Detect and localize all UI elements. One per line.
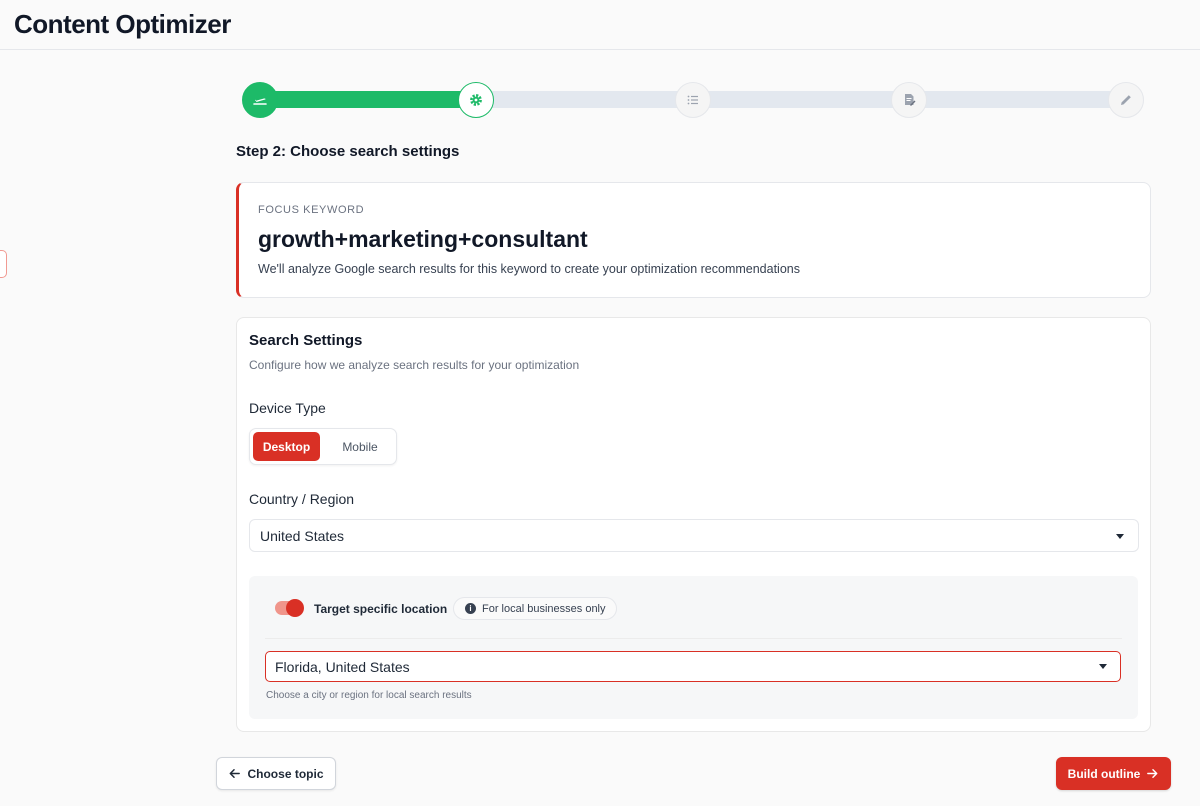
step-2-search-settings[interactable] — [458, 82, 494, 118]
build-outline-label: Build outline — [1067, 766, 1141, 781]
toggle-knob — [286, 599, 304, 617]
local-business-badge-text: For local businesses only — [482, 602, 606, 615]
search-settings-title: Search Settings — [249, 332, 363, 349]
search-settings-card: Search Settings Configure how we analyze… — [236, 317, 1151, 732]
chevron-down-icon — [1099, 664, 1107, 669]
info-icon: i — [465, 603, 476, 614]
focus-keyword-description: We'll analyze Google search results for … — [258, 262, 800, 276]
step-1-choose-topic[interactable] — [242, 82, 278, 118]
device-desktop-button[interactable]: Desktop — [253, 432, 320, 461]
target-location-label: Target specific location — [314, 602, 448, 616]
arrow-right-icon — [1147, 769, 1158, 778]
gear-icon — [470, 94, 482, 106]
chevron-down-icon — [1116, 534, 1124, 539]
location-value: Florida, United States — [275, 658, 410, 675]
location-targeting-panel: Target specific location i For local bus… — [249, 576, 1138, 719]
pencil-icon — [1121, 95, 1131, 105]
focus-keyword-value: growth+marketing+consultant — [258, 226, 588, 252]
choose-topic-button[interactable]: Choose topic — [216, 757, 336, 790]
focus-keyword-card: FOCUS KEYWORD growth+marketing+consultan… — [236, 182, 1151, 298]
location-select[interactable]: Florida, United States — [265, 651, 1121, 682]
page-title: Content Optimizer — [14, 9, 231, 39]
step-5-edit[interactable] — [1108, 82, 1144, 118]
search-settings-subtitle: Configure how we analyze search results … — [249, 358, 580, 372]
location-hint: Choose a city or region for local search… — [266, 690, 472, 701]
device-type-label: Device Type — [249, 400, 326, 416]
focus-keyword-label: FOCUS KEYWORD — [258, 204, 365, 216]
stepper-progress-fill — [259, 91, 476, 108]
document-edit-icon — [905, 94, 916, 106]
list-icon — [687, 95, 698, 105]
country-region-value: United States — [260, 527, 345, 544]
step-3-outline[interactable] — [675, 82, 711, 118]
device-mobile-button[interactable]: Mobile — [326, 432, 394, 461]
step-title: Step 2: Choose search settings — [236, 143, 460, 160]
choose-topic-label: Choose topic — [247, 766, 324, 781]
local-business-badge: i For local businesses only — [453, 597, 617, 620]
location-divider — [265, 638, 1122, 639]
build-outline-button[interactable]: Build outline — [1056, 757, 1171, 790]
device-type-toggle: Desktop Mobile — [249, 428, 397, 465]
country-region-select[interactable]: United States — [249, 519, 1139, 552]
app-header: Content Optimizer — [0, 0, 1200, 50]
step-4-draft[interactable] — [891, 82, 927, 118]
arrow-left-icon — [230, 769, 241, 778]
progress-stepper — [242, 82, 1144, 118]
plane-departure-icon — [253, 98, 267, 105]
sidebar-expand-handle[interactable] — [0, 250, 7, 278]
country-region-label: Country / Region — [249, 491, 355, 507]
target-location-toggle[interactable] — [275, 599, 304, 617]
